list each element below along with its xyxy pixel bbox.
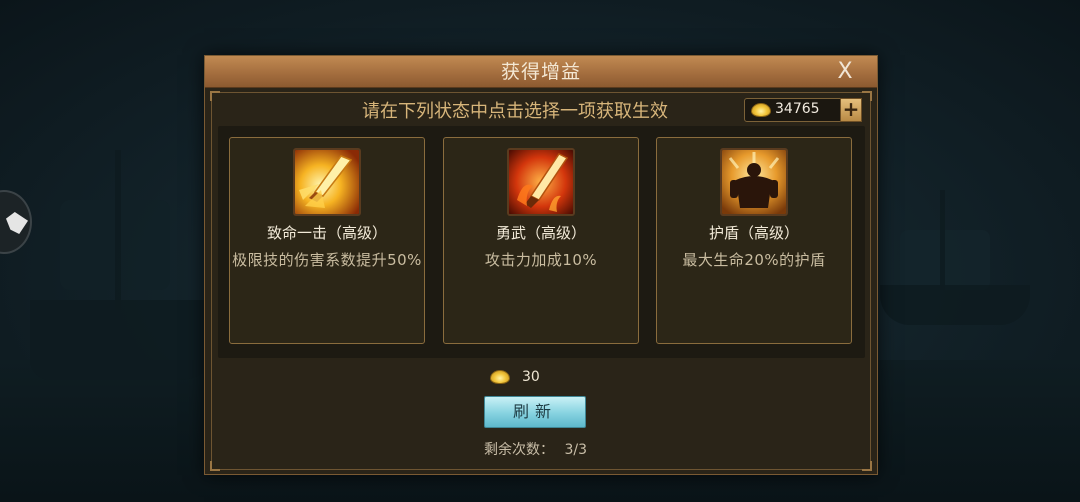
gold-ingot-icon [490,370,510,384]
refresh-cost: 30 [490,368,560,388]
instruction-text: 请在下列状态中点击选择一项获取生效 [362,101,668,122]
refresh-button[interactable]: 刷新 [484,396,586,428]
buff-card-critical-strike[interactable]: 致命一击（高级） 极限技的伤害系数提升50% [229,137,425,344]
emblem-icon [6,212,28,234]
ship-hull-left [30,300,220,380]
gold-ingot-icon [751,103,771,117]
ship-sail-right [900,230,990,290]
buff-description: 极限技的伤害系数提升50% [232,251,422,269]
buff-name: 致命一击（高级） [266,224,387,242]
dialog-title: 获得增益 [500,61,581,83]
buff-card-shield[interactable]: 护盾（高级） 最大生命20%的护盾 [656,137,852,344]
add-gold-button[interactable]: + [840,98,862,122]
refresh-cost-value: 30 [522,369,540,385]
remaining-value: 3/3 [564,442,587,458]
frame-corner [862,461,872,471]
dialog-header: 获得增益 X [205,56,877,88]
buff-description: 攻击力加成10% [484,251,598,269]
ship-hull-right [880,285,1030,325]
side-menu-button[interactable] [0,190,32,254]
ship-mast-left [115,150,121,310]
buff-description: 最大生命20%的护盾 [682,251,826,269]
buff-name: 勇武（高级） [495,224,586,242]
frame-corner [210,461,220,471]
ship-mast-right [940,190,945,290]
remaining-label: 剩余次数： [484,442,554,458]
frame-corner [862,91,872,101]
remaining-refreshes: 剩余次数： 3/3 [484,439,614,459]
buff-options-panel: 致命一击（高级） 极限技的伤害系数提升50% 勇武（高级） 攻击力加成10% 护… [218,126,865,358]
frame-corner [210,91,220,101]
gold-balance: 34765 + [744,98,862,122]
close-button[interactable]: X [833,60,857,84]
buff-name: 护盾（高级） [708,224,799,242]
flaming-blade-icon [507,148,575,216]
shield-warrior-icon [720,148,788,216]
gold-amount: 34765 [775,101,820,117]
buff-card-valor[interactable]: 勇武（高级） 攻击力加成10% [443,137,639,344]
critical-strike-sword-icon [293,148,361,216]
